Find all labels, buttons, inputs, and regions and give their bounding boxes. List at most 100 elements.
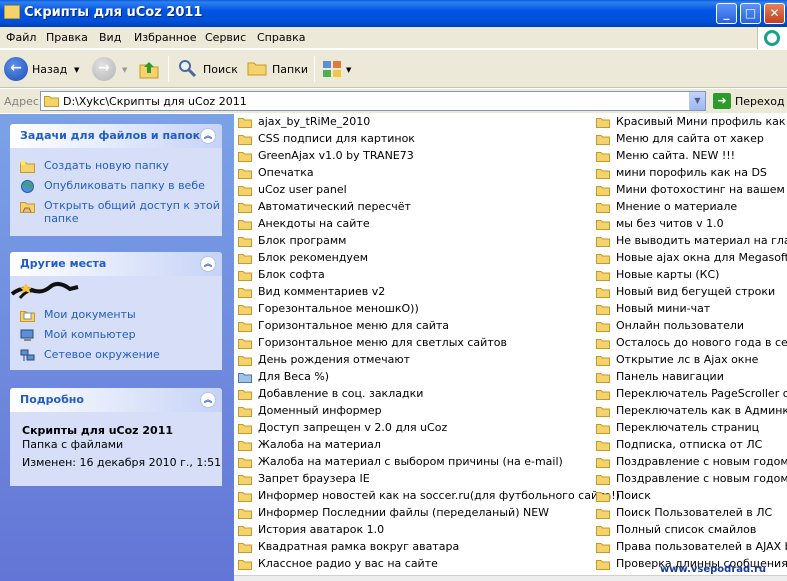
back-button-label[interactable]: Назад — [32, 63, 67, 76]
folder-item-label[interactable]: Новый мини-чат — [616, 302, 710, 315]
horizontal-scrollbar[interactable] — [234, 575, 787, 581]
folder-item-label[interactable]: Анекдоты на сайте — [258, 217, 370, 230]
folder-icon — [596, 186, 610, 196]
folder-item-label[interactable]: Мнение о материале — [616, 200, 737, 213]
folder-item-label[interactable]: Для Веса %) — [258, 370, 329, 383]
menu-edit[interactable]: Правка — [46, 31, 88, 44]
folder-item-label[interactable]: Полный список смайлов — [616, 523, 756, 536]
folder-item-label[interactable]: Мини фотохостинг на вашем сайте — [616, 183, 787, 196]
folder-item-label[interactable]: Меню сайта. NEW !!! — [616, 149, 735, 162]
folder-item-label[interactable]: Автоматический пересчёт — [258, 200, 411, 213]
folder-item-label[interactable]: Жалоба на материал — [258, 438, 381, 451]
folder-item-label[interactable]: Новые ajax окна для Megasoft — [616, 251, 787, 264]
search-button-label[interactable]: Поиск — [203, 63, 238, 76]
folder-item-label[interactable]: Блок рекомендуем — [258, 251, 368, 264]
place-my-computer-label[interactable]: Мой компьютер — [44, 328, 136, 342]
folder-item-label[interactable]: Запрет браузера IE — [258, 472, 370, 485]
folder-item-label[interactable]: Поиск — [616, 489, 651, 502]
folder-item-label[interactable]: Информер Последнии файлы (переделаный) N… — [258, 506, 549, 519]
folder-item-label[interactable]: Переключатель страниц — [616, 421, 759, 434]
folder-item-label[interactable]: Вид комментариев v2 — [258, 285, 385, 298]
folder-item-label[interactable]: мини порофиль как на DS — [616, 166, 767, 179]
address-dropdown-icon[interactable]: ▼ — [689, 92, 705, 110]
folder-item-label[interactable]: Блок софта — [258, 268, 325, 281]
folder-up-icon[interactable] — [138, 58, 160, 80]
folder-item-label[interactable]: Блок программ — [258, 234, 346, 247]
menu-favorites[interactable]: Избранное — [134, 31, 196, 44]
place-my-documents-label[interactable]: Мои документы — [44, 308, 136, 322]
other-places-header[interactable]: Другие места ︽ — [10, 252, 222, 276]
folder-item-label[interactable]: Подписка, отписка от ЛС — [616, 438, 762, 451]
folder-item-label[interactable]: uCoz user panel — [258, 183, 347, 196]
address-field[interactable]: D:\Xykc\Скрипты для uCoz 2011 ▼ — [40, 91, 706, 111]
folder-item-label[interactable]: Квадратная рамка вокруг аватара — [258, 540, 459, 553]
collapse-chevron-icon[interactable]: ︽ — [200, 256, 216, 272]
folder-item-label[interactable]: Опечатка — [258, 166, 314, 179]
folders-button-label[interactable]: Папки — [272, 63, 308, 76]
go-arrow-icon[interactable]: ➜ — [713, 93, 731, 109]
folder-item-label[interactable]: ajax_by_tRiMe_2010 — [258, 115, 370, 128]
details-header[interactable]: Подробно ︽ — [10, 388, 222, 412]
folder-item-label[interactable]: Онлайн пользователи — [616, 319, 744, 332]
views-icon[interactable] — [322, 60, 342, 78]
menu-tools[interactable]: Сервис — [205, 31, 246, 44]
folder-item-label[interactable]: Новые карты (КС) — [616, 268, 719, 281]
folder-item-label[interactable]: Горизонтальное меню для светлых сайтов — [258, 336, 507, 349]
menu-help[interactable]: Справка — [257, 31, 305, 44]
folder-item-label[interactable]: Жалоба на материал с выбором причины (на… — [258, 455, 563, 468]
folder-item-label[interactable]: Меню для сайта от хакер — [616, 132, 764, 145]
forward-arrow-icon[interactable]: → — [92, 57, 116, 81]
folder-item-label[interactable]: Доменный информер — [258, 404, 382, 417]
folder-item-label[interactable]: Горизонтальное меню для сайта — [258, 319, 449, 332]
place-network-label[interactable]: Сетевое окружение — [44, 348, 160, 362]
folder-item-label[interactable]: CSS подписи для картинок — [258, 132, 415, 145]
folder-item-label[interactable]: Поиск Пользователей в ЛС — [616, 506, 772, 519]
folder-item-label[interactable]: мы без читов v 1.0 — [616, 217, 724, 230]
minimize-button[interactable]: _ — [716, 3, 737, 24]
task-share-folder-label2[interactable]: папке — [44, 212, 79, 226]
maximize-button[interactable]: □ — [740, 3, 761, 24]
forward-dropdown-icon[interactable]: ▼ — [122, 66, 127, 74]
folder-item-label[interactable]: Поздравление с новым годом для — [616, 472, 787, 485]
folder-item-label[interactable]: Красивый Мини профиль как на О — [616, 115, 787, 128]
back-dropdown-icon[interactable]: ▼ — [74, 66, 79, 74]
search-icon[interactable] — [178, 59, 196, 77]
folder-item-label[interactable]: Поздравление с новым годом — [616, 455, 787, 468]
back-arrow-icon[interactable]: ← — [4, 57, 28, 81]
folder-item-label[interactable]: Панель навигации — [616, 370, 724, 383]
folder-item-label[interactable]: Переключатель как в Админке UC — [616, 404, 787, 417]
folder-item-label[interactable]: Классное радио у вас на сайте — [258, 557, 438, 570]
menu-view[interactable]: Вид — [99, 31, 121, 44]
collapse-chevron-icon[interactable]: ︽ — [200, 128, 216, 144]
address-value[interactable]: D:\Xykc\Скрипты для uCoz 2011 — [63, 95, 247, 108]
folder-icon — [596, 288, 610, 298]
title-bar[interactable]: Скрипты для uCoz 2011 _ □ ✕ — [0, 0, 787, 27]
views-dropdown-icon[interactable]: ▼ — [346, 66, 351, 74]
folder-item-label[interactable]: GreenAjax v1.0 by TRANE73 — [258, 149, 414, 162]
folders-icon[interactable] — [247, 60, 267, 76]
folder-item-label[interactable]: Открытие лс в Ajax окне — [616, 353, 758, 366]
folder-item-label[interactable]: День рождения отмечают — [258, 353, 410, 366]
folder-icon — [238, 118, 252, 128]
task-share-folder-label[interactable]: Открыть общий доступ к этой — [44, 199, 220, 213]
folder-item-label[interactable]: Информер новостей как на soccer.ru(для ф… — [258, 489, 620, 502]
folder-item-label[interactable]: Осталось до нового года в секунд — [616, 336, 787, 349]
folder-item-label[interactable]: Доступ запрещен v 2.0 для uCoz — [258, 421, 447, 434]
folder-item-label[interactable]: Переключатель PageScroller от AD — [616, 387, 787, 400]
folder-item-label[interactable]: Права пользователей в AJAX by S — [616, 540, 787, 553]
folder-icon — [596, 135, 610, 145]
task-new-folder-label[interactable]: Создать новую папку — [44, 159, 169, 173]
folder-item-label[interactable]: Не выводить материал на главно — [616, 234, 787, 247]
folder-item-label[interactable]: Новый вид бегущей строки — [616, 285, 775, 298]
folder-item-label[interactable]: Горезонтальное меношкО)) — [258, 302, 419, 315]
folder-item-label[interactable]: Добавление в соц. закладки — [258, 387, 423, 400]
task-publish-web-label[interactable]: Опубликовать папку в вебе — [44, 179, 205, 193]
collapse-chevron-icon[interactable]: ︽ — [200, 392, 216, 408]
folder-icon — [596, 356, 610, 366]
folder-icon — [596, 458, 610, 468]
menu-file[interactable]: Файл — [6, 31, 36, 44]
go-button-label[interactable]: Переход — [735, 95, 785, 108]
file-tasks-header[interactable]: Задачи для файлов и папок ︽ — [10, 124, 222, 148]
close-button[interactable]: ✕ — [764, 3, 785, 24]
folder-item-label[interactable]: История аватарок 1.0 — [258, 523, 384, 536]
